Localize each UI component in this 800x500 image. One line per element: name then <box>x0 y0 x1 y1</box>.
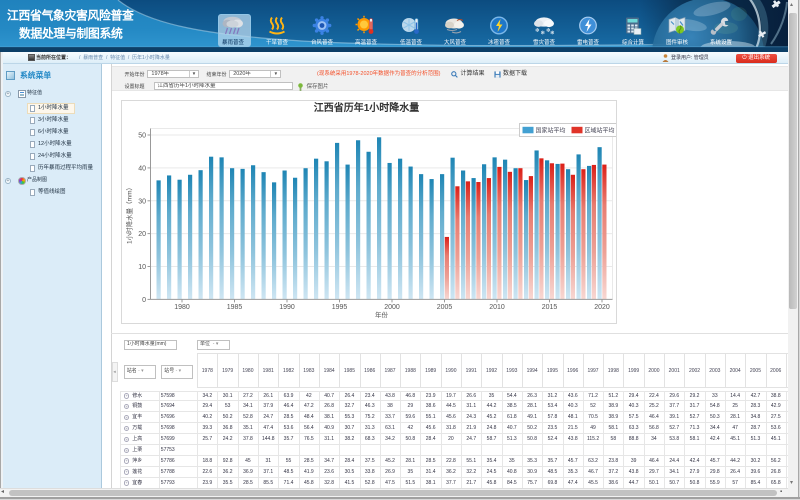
svg-text:30: 30 <box>138 198 146 205</box>
svg-text:10: 10 <box>138 264 146 271</box>
svg-text:40: 40 <box>138 165 146 172</box>
svg-text:2010: 2010 <box>489 304 505 311</box>
svg-text:年份: 年份 <box>375 310 389 319</box>
svg-text:江西省历年1小时降水量: 江西省历年1小时降水量 <box>313 101 419 114</box>
svg-text:20: 20 <box>138 231 146 238</box>
svg-text:1985: 1985 <box>226 304 242 311</box>
svg-text:50: 50 <box>138 133 146 140</box>
svg-text:2015: 2015 <box>541 304 557 311</box>
svg-text:数据处理与制图系统: 数据处理与制图系统 <box>19 27 123 41</box>
svg-text:1980: 1980 <box>174 304 190 311</box>
svg-text:2020: 2020 <box>594 304 610 311</box>
svg-text:江西省气象灾害风险普查: 江西省气象灾害风险普查 <box>7 9 134 23</box>
svg-text:1995: 1995 <box>331 304 347 311</box>
svg-text:2005: 2005 <box>436 304 452 311</box>
svg-text:1小时降水量（mm）: 1小时降水量（mm） <box>124 184 133 244</box>
svg-text:1990: 1990 <box>279 304 295 311</box>
svg-text:区域站平均: 区域站平均 <box>584 127 614 135</box>
svg-text:0: 0 <box>142 297 146 304</box>
svg-text:❄: ❄ <box>550 30 555 36</box>
svg-text:2000: 2000 <box>384 304 400 311</box>
svg-text:国家站平均: 国家站平均 <box>535 127 565 135</box>
svg-text:❄: ❄ <box>535 27 540 34</box>
svg-text:❄: ❄ <box>541 30 546 36</box>
